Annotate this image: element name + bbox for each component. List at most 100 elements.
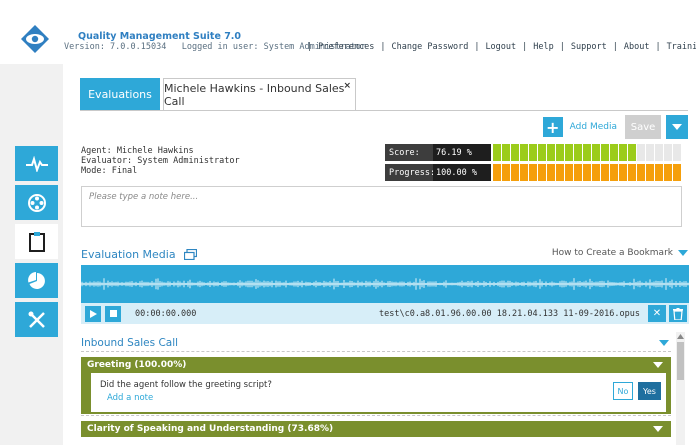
- app-logo-icon: [21, 25, 49, 53]
- score-meter-segment: [529, 144, 537, 161]
- form-scrollbar[interactable]: [676, 332, 685, 445]
- chevron-down-icon[interactable]: [659, 340, 669, 346]
- chevron-down-icon: [678, 250, 688, 256]
- score-meter-segment: [592, 144, 600, 161]
- popout-window-icon[interactable]: [183, 249, 197, 260]
- nav-help[interactable]: Help: [533, 42, 553, 52]
- score-meter-segment: [520, 144, 528, 161]
- progress-meter-segment: [565, 164, 573, 181]
- score-meter-segment: [574, 144, 582, 161]
- add-media-button[interactable]: Add Media: [570, 122, 617, 132]
- scroll-up-icon[interactable]: [677, 334, 684, 339]
- media-player-bar: 00:00:00.000 test\c0.a8.01.96.00.00 18.2…: [81, 303, 689, 324]
- score-meter-segment: [583, 144, 591, 161]
- category-clarity[interactable]: Clarity of Speaking and Understanding (7…: [81, 421, 671, 437]
- score-meter-segment: [547, 144, 555, 161]
- bookmark-help-link[interactable]: How to Create a Bookmark: [552, 248, 688, 258]
- score-meter-segment: [664, 144, 672, 161]
- tab-evaluations[interactable]: Evaluations: [80, 78, 160, 110]
- score-meter-segment: [673, 144, 681, 161]
- progress-meter-segment: [511, 164, 519, 181]
- tools-icon: [28, 311, 45, 328]
- evaluation-note-input[interactable]: Please type a note here...: [81, 186, 682, 227]
- audio-waveform[interactable]: [81, 265, 689, 303]
- score-meter-segment: [502, 144, 510, 161]
- scroll-thumb[interactable]: [677, 342, 684, 380]
- score-meter-segment: [511, 144, 519, 161]
- score-meter-segment: [646, 144, 654, 161]
- options-dropdown-button[interactable]: [666, 115, 688, 139]
- answer-yes-button[interactable]: Yes: [638, 382, 661, 400]
- bookmark-help-label: How to Create a Bookmark: [551, 248, 673, 258]
- score-meter-segment: [493, 144, 501, 161]
- progress-meter-segment: [520, 164, 528, 181]
- progress-meter-segment: [538, 164, 546, 181]
- score-meter-segment: [655, 144, 663, 161]
- evaluation-toolbar: + Add Media Save: [542, 115, 688, 139]
- progress-label: Progress:: [385, 164, 435, 181]
- play-button[interactable]: [85, 305, 101, 322]
- pulse-icon: [25, 155, 48, 172]
- progress-meter-segment: [664, 164, 672, 181]
- sidebar-item-media[interactable]: [15, 185, 58, 220]
- evaluation-mode: Mode: Final: [81, 166, 138, 176]
- stop-button[interactable]: [105, 305, 121, 322]
- nav-about[interactable]: About: [624, 42, 650, 52]
- nav-support[interactable]: Support: [571, 42, 607, 52]
- play-icon: [90, 309, 97, 318]
- score-meter-segment: [556, 144, 564, 161]
- score-value: 76.19 %: [433, 144, 491, 161]
- score-meter-segment: [601, 144, 609, 161]
- save-button[interactable]: Save: [625, 115, 661, 139]
- top-nav: | Preferences | Change Password | Logout…: [301, 42, 696, 52]
- media-filename: test\c0.a8.01.96.00.00 18.21.04.133 11-0…: [379, 308, 640, 319]
- add-media-icon[interactable]: +: [542, 117, 563, 137]
- score-meter-segment: [628, 144, 636, 161]
- add-note-link[interactable]: Add a note: [107, 393, 153, 403]
- agent-name: Agent: Michele Hawkins: [81, 146, 194, 156]
- score-meter: [493, 144, 682, 161]
- progress-meter-segment: [601, 164, 609, 181]
- score-label: Score:: [385, 144, 433, 161]
- progress-meter-segment: [655, 164, 663, 181]
- progress-meter-segment: [628, 164, 636, 181]
- answer-no-button[interactable]: No: [613, 382, 633, 400]
- score-row: Score: 76.19 %: [385, 144, 682, 161]
- progress-meter-segment: [547, 164, 555, 181]
- nav-training[interactable]: Training: [667, 42, 696, 52]
- progress-row: Progress: 100.00 %: [385, 164, 682, 181]
- progress-meter-segment: [673, 164, 681, 181]
- progress-value: 100.00 %: [433, 164, 491, 181]
- progress-meter-segment: [502, 164, 510, 181]
- stop-icon: [109, 310, 117, 317]
- tab-bar: Evaluations Michele Hawkins - Inbound Sa…: [80, 78, 356, 111]
- score-meter-segment: [637, 144, 645, 161]
- category-greeting[interactable]: Greeting (100.00%): [81, 357, 671, 373]
- sidebar-item-evaluations[interactable]: [15, 224, 58, 259]
- progress-meter-segment: [646, 164, 654, 181]
- evaluation-media-header: Evaluation Media: [81, 248, 197, 261]
- score-panel: Score: 76.19 % Progress: 100.00 %: [385, 144, 682, 184]
- form-title: Inbound Sales Call: [81, 337, 179, 349]
- sidebar-item-monitoring[interactable]: [15, 146, 58, 181]
- chevron-down-icon: [672, 124, 682, 130]
- progress-meter-segment: [574, 164, 582, 181]
- nav-preferences[interactable]: Preferences: [318, 42, 374, 52]
- close-media-button[interactable]: ✕: [648, 305, 666, 322]
- question-text: Did the agent follow the greeting script…: [100, 380, 272, 390]
- tab-call-label: Michele Hawkins - Inbound Sales Call: [164, 81, 345, 108]
- nav-change-password[interactable]: Change Password: [392, 42, 469, 52]
- category-greeting-label: Greeting (100.00%): [87, 360, 187, 370]
- progress-meter-segment: [637, 164, 645, 181]
- nav-logout[interactable]: Logout: [485, 42, 516, 52]
- delete-media-button[interactable]: [669, 305, 687, 322]
- tab-call-evaluation[interactable]: Michele Hawkins - Inbound Sales Call ×: [163, 78, 356, 111]
- waveform-graphic: [81, 278, 689, 290]
- tab-close-icon[interactable]: ×: [343, 81, 351, 91]
- sidebar-item-settings[interactable]: [15, 302, 58, 337]
- app-title: Quality Management Suite 7.0: [78, 31, 242, 42]
- evaluation-meta: Agent: Michele Hawkins Evaluator: System…: [81, 146, 240, 176]
- playback-time: 00:00:00.000: [135, 308, 197, 319]
- sidebar-item-reports[interactable]: [15, 263, 58, 298]
- evaluation-media-title: Evaluation Media: [81, 248, 176, 261]
